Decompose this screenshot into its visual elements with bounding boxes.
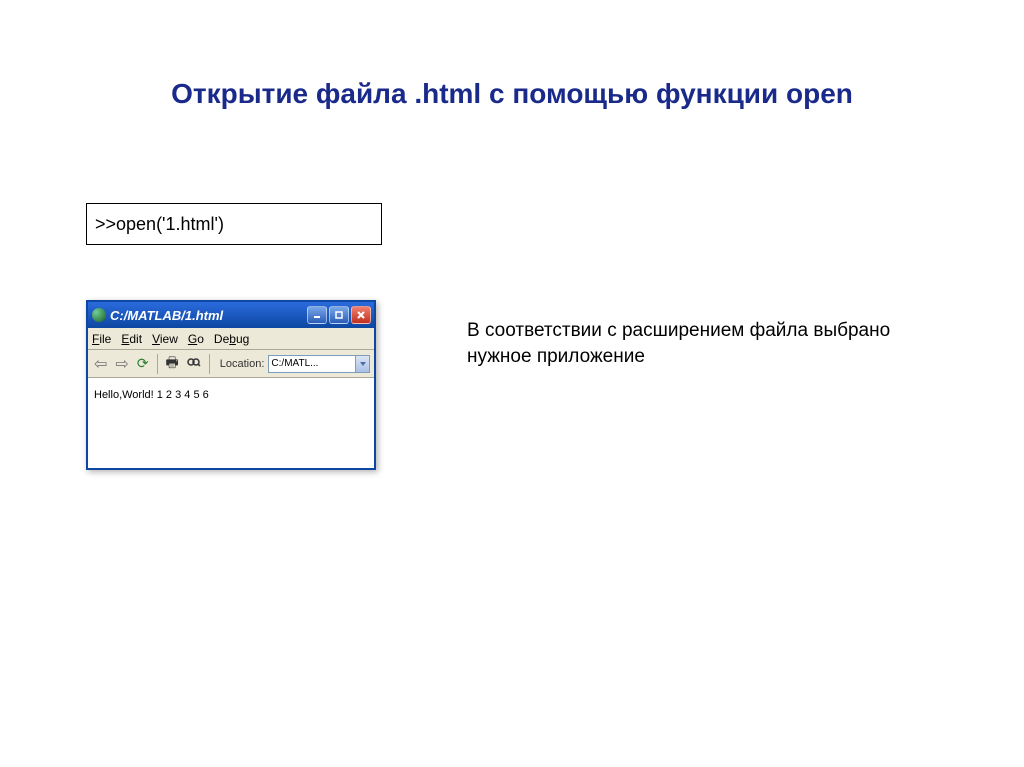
globe-icon <box>92 308 106 322</box>
explanation-text: В соответствии с расширением файла выбра… <box>467 318 927 369</box>
menu-file[interactable]: File <box>92 332 111 346</box>
browser-content: Hello,World! 1 2 3 4 5 6 <box>88 378 374 468</box>
location-input[interactable] <box>269 358 355 369</box>
forward-button[interactable]: ⇨ <box>113 354 130 374</box>
page-body-text: Hello,World! 1 2 3 4 5 6 <box>94 389 209 401</box>
window-title-text: C:/MATLAB/1.html <box>110 308 223 323</box>
maximize-button[interactable] <box>329 306 349 324</box>
menu-view[interactable]: View <box>152 332 178 346</box>
toolbar-separator <box>157 354 158 374</box>
minimize-button[interactable] <box>307 306 327 324</box>
print-icon[interactable]: 🖶 <box>164 352 181 376</box>
location-dropdown-icon[interactable] <box>355 356 369 372</box>
menu-go[interactable]: Go <box>188 332 204 346</box>
refresh-icon[interactable]: ⟳ <box>135 355 151 372</box>
find-icon[interactable] <box>185 356 203 372</box>
menu-bar: File Edit View Go Debug <box>88 328 374 350</box>
menu-debug[interactable]: Debug <box>214 332 249 346</box>
window-titlebar: C:/MATLAB/1.html <box>88 302 374 328</box>
back-button[interactable]: ⇦ <box>92 354 109 374</box>
code-command-box: >>open('1.html') <box>86 203 382 245</box>
toolbar: ⇦ ⇨ ⟳ 🖶 Location: <box>88 350 374 378</box>
slide-title: Открытие файла .html с помощью функции o… <box>0 0 1024 150</box>
close-button[interactable] <box>351 306 371 324</box>
location-field[interactable] <box>268 355 370 373</box>
menu-edit[interactable]: Edit <box>121 332 142 346</box>
toolbar-separator <box>209 354 210 374</box>
browser-window: C:/MATLAB/1.html File Edit View Go Debug… <box>86 300 376 470</box>
code-command-text: >>open('1.html') <box>95 214 224 235</box>
location-label: Location: <box>220 358 265 370</box>
